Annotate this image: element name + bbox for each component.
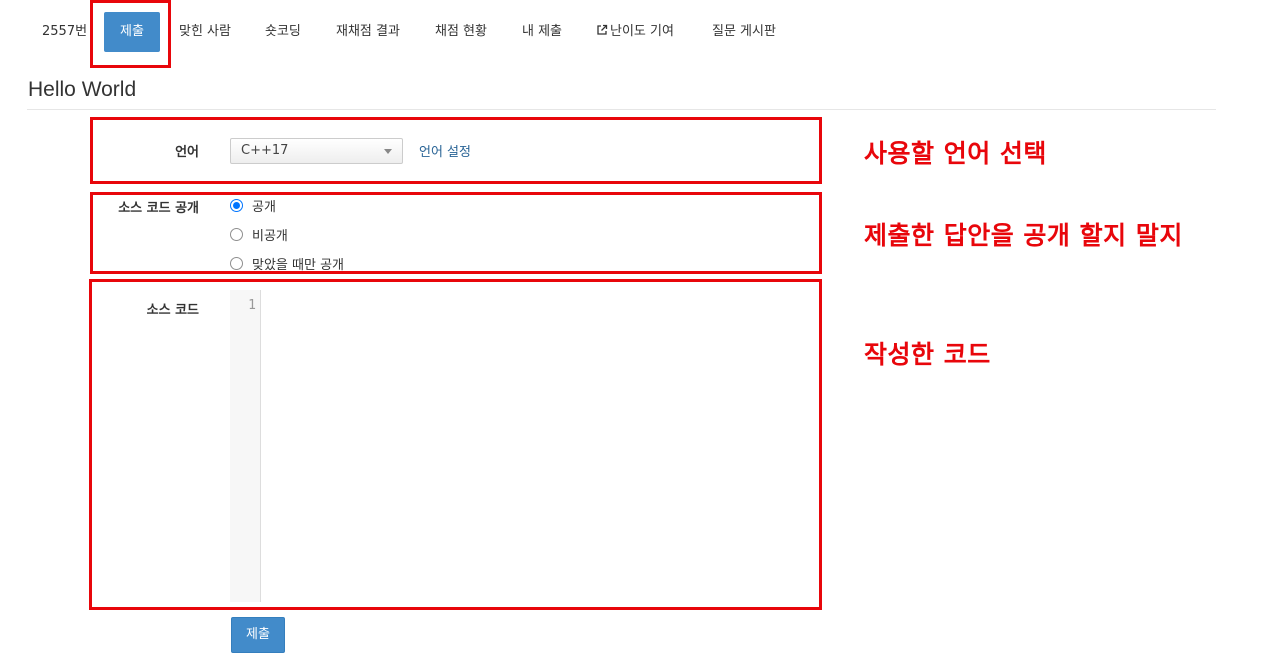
visibility-option-label: 비공개 [252,228,288,244]
nav-item-solved-users[interactable]: 맞힌 사람 [179,12,231,52]
submit-button[interactable]: 제출 [231,617,285,653]
annotation-language-note: 사용할 언어 선택 [864,139,1047,168]
title-divider [27,109,1216,110]
problem-nav: 2557번 제출 맞힌 사람 숏코딩 재채점 결과 채점 현황 내 제출 난이도… [0,0,1280,66]
radio-public[interactable] [230,198,243,212]
code-editor[interactable]: 1 [230,290,816,602]
visibility-option-private[interactable]: 비공개 [230,226,288,244]
line-number-gutter: 1 [230,290,261,602]
nav-item-difficulty-contribution[interactable]: 난이도 기여 [596,12,674,52]
annotation-box-visibility [90,192,822,274]
visibility-option-accepted-only[interactable]: 맞았을 때만 공개 [230,255,344,273]
line-number: 1 [248,298,256,313]
nav-item-difficulty-label: 난이도 기여 [610,24,674,39]
visibility-option-label: 공개 [252,199,276,215]
source-code-label: 소스 코드 [146,303,199,318]
nav-item-submit[interactable]: 제출 [104,12,160,52]
nav-item-problem-number[interactable]: 2557번 [42,12,87,52]
radio-accepted-only[interactable] [230,256,243,270]
radio-private[interactable] [230,227,243,241]
nav-item-my-submissions[interactable]: 내 제출 [522,12,562,52]
page-title: Hello World [28,78,137,101]
nav-item-judge-status[interactable]: 채점 현황 [435,12,487,52]
language-settings-link[interactable]: 언어 설정 [419,141,471,160]
visibility-option-public[interactable]: 공개 [230,197,276,215]
visibility-label: 소스 코드 공개 [118,201,199,216]
dropdown-arrow-icon [384,149,392,154]
language-selected-value: C++17 [241,143,289,158]
nav-item-qna-board[interactable]: 질문 게시판 [712,12,776,52]
annotation-code-note: 작성한 코드 [864,340,991,369]
nav-item-short-coding[interactable]: 숏코딩 [265,12,301,52]
annotation-visibility-note: 제출한 답안을 공개 할지 말지 [864,221,1183,250]
language-select[interactable]: C++17 [230,138,403,164]
visibility-option-label: 맞았을 때만 공개 [252,257,344,273]
external-link-icon [597,24,608,35]
nav-item-rejudge-results[interactable]: 재채점 결과 [336,12,400,52]
language-label: 언어 [175,145,199,160]
